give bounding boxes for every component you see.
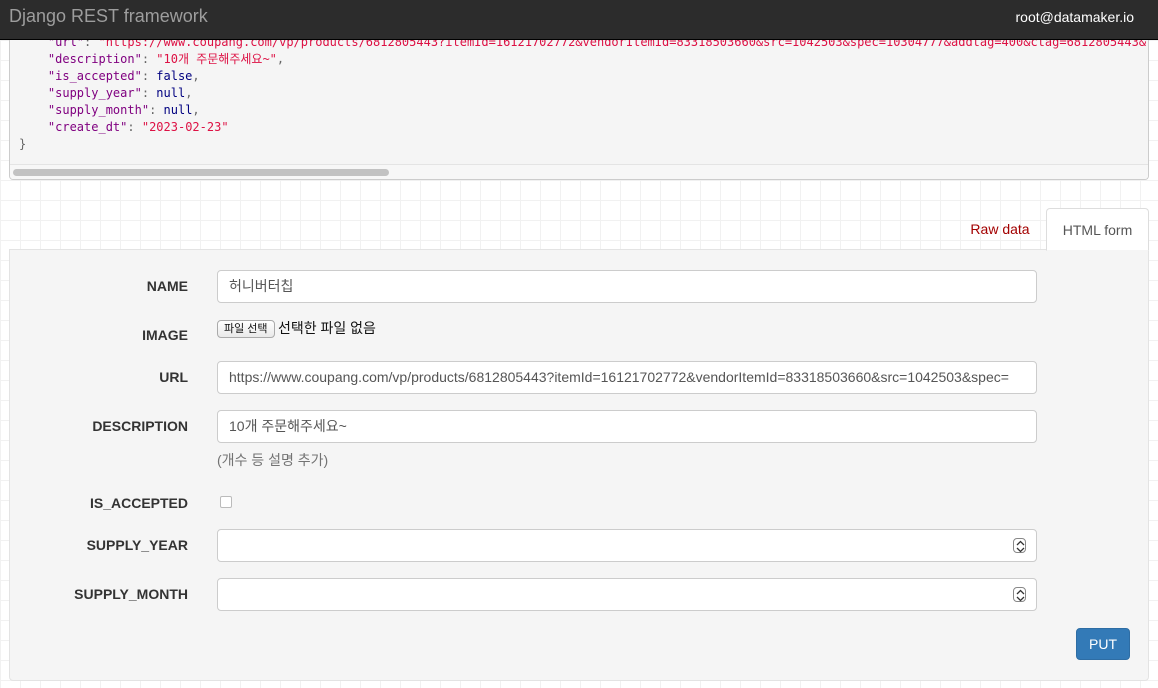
name-input[interactable]: 허니버터칩 [217,270,1037,303]
html-form: NAME 허니버터칩 IMAGE 파일 선택 선택한 파일 없음 URL htt… [9,249,1149,681]
json-value: "https://www.coupang.com/vp/products/681… [98,40,1147,49]
is-accepted-label: IS_ACCEPTED [89,495,188,511]
description-help-text: (개수 등 설명 추가) [217,452,329,468]
horizontal-scrollbar[interactable] [10,164,1148,179]
json-line: "description": "10개 주문해주세요~", [47,52,285,66]
response-json: "url": "https://www.coupang.com/vp/produ… [19,40,1146,153]
json-line: "url": "https://www.coupang.com/vp/produ… [19,40,1146,49]
put-button[interactable]: PUT [1076,628,1130,660]
url-label: URL [159,369,188,385]
json-key: "description" [47,52,142,66]
image-label: IMAGE [142,327,188,343]
json-key: "supply_year" [47,86,142,100]
json-key: "supply_month" [47,103,150,117]
description-input[interactable]: 10개 주문해주세요~ [217,410,1037,443]
file-status: 선택한 파일 없음 [278,320,376,336]
tab-raw-data[interactable]: Raw data [955,208,1045,250]
is-accepted-checkbox[interactable] [220,496,232,508]
form-tabs: Raw data HTML form [0,208,1158,251]
user-menu[interactable]: root@datamaker.io [1016,9,1135,25]
description-label: DESCRIPTION [92,418,188,434]
json-key: "is_accepted" [47,69,142,83]
name-label: NAME [146,278,188,294]
url-input[interactable]: https://www.coupang.com/vp/products/6812… [217,361,1037,394]
json-value: "2023-02-23" [141,120,229,134]
tab-html-form[interactable]: HTML form [1046,208,1149,251]
supply-year-input[interactable] [217,529,1037,562]
number-spinner-icon[interactable] [1013,538,1026,553]
json-value: "10개 주문해주세요~" [156,52,277,66]
json-value: null [163,103,193,117]
number-spinner-icon[interactable] [1013,587,1026,602]
response-panel: "url": "https://www.coupang.com/vp/produ… [9,40,1149,180]
json-line: "supply_month": null, [47,103,200,117]
json-closing-brace: } [19,137,27,151]
json-key: "create_dt" [47,120,128,134]
brand-link[interactable]: Django REST framework [9,6,208,27]
scrollbar-thumb[interactable] [13,169,389,176]
supply-month-label: SUPPLY_MONTH [74,586,188,602]
json-line: "supply_year": null, [47,86,193,100]
json-value: null [156,86,186,100]
supply-year-label: SUPPLY_YEAR [86,537,188,553]
json-key: "url" [47,40,85,49]
supply-month-input[interactable] [217,578,1037,611]
navbar: Django REST framework root@datamaker.io [0,0,1158,40]
json-line: "is_accepted": false, [47,69,200,83]
json-value: false [156,69,193,83]
choose-file-button[interactable]: 파일 선택 [217,320,275,338]
json-line: "create_dt": "2023-02-23" [47,120,229,134]
